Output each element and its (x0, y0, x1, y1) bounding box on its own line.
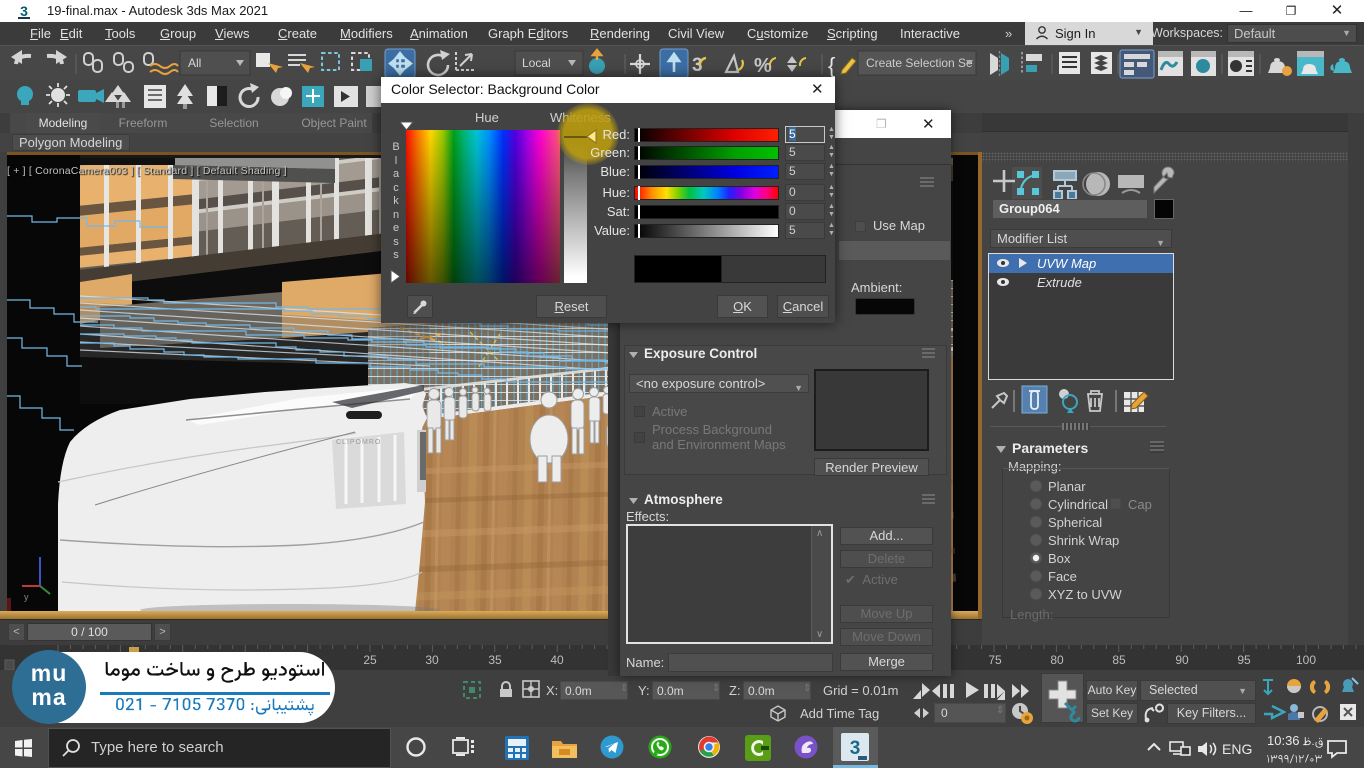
svg-text:{: { (828, 53, 835, 78)
svg-text:Cap: Cap (1128, 497, 1152, 512)
svg-text:3: 3 (20, 3, 28, 19)
svg-text:25: 25 (363, 653, 377, 667)
svg-text:85: 85 (1112, 653, 1126, 667)
svg-text:Create Selection Se: Create Selection Se (866, 56, 973, 70)
svg-text:XYZ to UVW: XYZ to UVW (1048, 587, 1122, 602)
svg-text:Local: Local (522, 56, 551, 70)
svg-text:80: 80 (1050, 653, 1064, 667)
svg-text:All: All (188, 56, 201, 70)
svg-text:Cylindrical: Cylindrical (1048, 497, 1108, 512)
svg-text:35: 35 (488, 653, 502, 667)
svg-text:Box: Box (1048, 551, 1071, 566)
svg-text:y: y (24, 592, 29, 602)
svg-text:CLIPOMRO: CLIPOMRO (336, 439, 381, 446)
svg-text:Face: Face (1048, 569, 1077, 584)
svg-text:100: 100 (1296, 653, 1316, 667)
svg-text:75: 75 (988, 653, 1002, 667)
svg-text:Planar: Planar (1048, 479, 1086, 494)
svg-text:3: 3 (850, 738, 861, 759)
svg-text:95: 95 (1237, 653, 1251, 667)
svg-text:40: 40 (550, 653, 564, 667)
svg-text:Length:: Length: (1010, 607, 1053, 622)
svg-text:30: 30 (425, 653, 439, 667)
svg-text:Spherical: Spherical (1048, 515, 1102, 530)
svg-text:90: 90 (1175, 653, 1189, 667)
svg-text:Shrink Wrap: Shrink Wrap (1048, 533, 1119, 548)
